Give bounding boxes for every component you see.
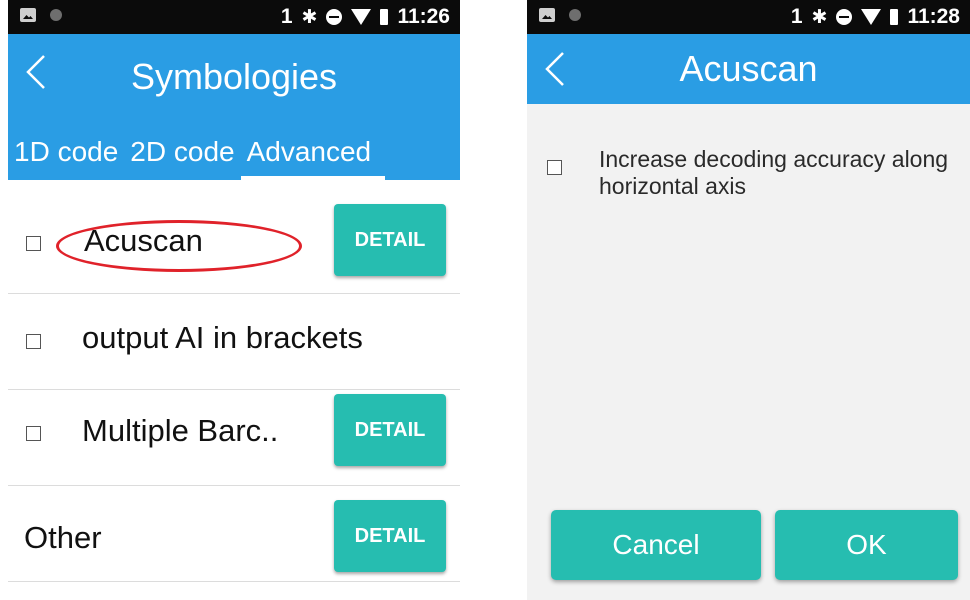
list-item-output-ai: output AI in brackets — [8, 294, 460, 390]
page-title: Symbologies — [130, 56, 338, 97]
sim-indicator: 1 — [280, 5, 293, 28]
cancel-button[interactable]: Cancel — [551, 510, 761, 580]
bluetooth-icon: ✱ — [301, 6, 318, 28]
list-item-label: output AI in brackets — [82, 320, 363, 355]
acuscan-dialog-screen: 1 ✱ 11:28 Acuscan Increase decoding accu… — [527, 0, 970, 600]
tab-2d-code[interactable]: 2D code — [124, 124, 240, 180]
wifi-icon — [351, 9, 372, 25]
acuscan-detail-button[interactable]: DETAIL — [334, 204, 446, 276]
list-item-multiple-barcodes: Multiple Barc.. DETAIL — [8, 390, 460, 486]
list-item-other: Other DETAIL — [8, 486, 460, 582]
tab-advanced[interactable]: Advanced — [240, 124, 385, 180]
list-item-label: Multiple Barc.. — [82, 413, 279, 448]
app-bar: Acuscan — [527, 34, 970, 104]
status-bar: 1 ✱ 11:26 — [8, 0, 460, 34]
list-item-label: Other — [24, 520, 102, 555]
acuscan-checkbox[interactable] — [26, 236, 41, 251]
page-title: Acuscan — [679, 48, 818, 89]
wifi-icon — [861, 9, 882, 25]
battery-icon — [890, 9, 899, 25]
notification-dot-icon — [50, 9, 62, 21]
do-not-disturb-icon — [326, 9, 343, 25]
status-time: 11:26 — [397, 5, 450, 28]
status-time: 11:28 — [907, 5, 960, 28]
symbologies-screen: 1 ✱ 11:26 Symbologies 1D code 2D code Ad… — [8, 0, 460, 600]
notification-dot-icon — [569, 9, 581, 21]
other-detail-button[interactable]: DETAIL — [334, 500, 446, 572]
gallery-notification-icon — [20, 8, 36, 22]
horizontal-accuracy-checkbox[interactable] — [547, 160, 562, 175]
tab-bar: 1D code 2D code Advanced — [8, 124, 460, 180]
multiple-barcodes-detail-button[interactable]: DETAIL — [334, 394, 446, 466]
status-bar: 1 ✱ 11:28 — [527, 0, 970, 34]
sim-indicator: 1 — [790, 5, 803, 28]
list-item-acuscan: Acuscan DETAIL — [8, 198, 460, 294]
bluetooth-icon: ✱ — [811, 6, 828, 28]
multiple-barcodes-checkbox[interactable] — [26, 426, 41, 441]
ok-button[interactable]: OK — [775, 510, 958, 580]
battery-icon — [380, 9, 389, 25]
gallery-notification-icon — [539, 8, 555, 22]
list-item-label: Acuscan — [84, 223, 203, 258]
do-not-disturb-icon — [836, 9, 853, 25]
app-bar: Symbologies 1D code 2D code Advanced — [8, 34, 460, 180]
output-ai-checkbox[interactable] — [26, 334, 41, 349]
tab-1d-code[interactable]: 1D code — [8, 124, 124, 180]
horizontal-accuracy-label: Increase decoding accuracy along horizon… — [599, 146, 949, 199]
